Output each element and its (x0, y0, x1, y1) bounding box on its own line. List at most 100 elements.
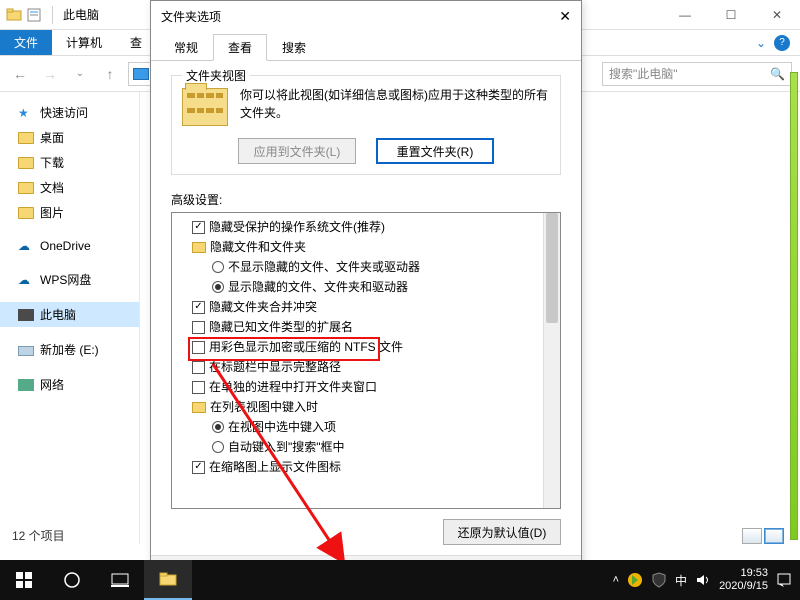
tree-item-9[interactable]: 在列表视图中键入时 (176, 397, 539, 417)
tree-item-label: 隐藏文件和文件夹 (210, 237, 306, 257)
tree-item-12[interactable]: 在缩略图上显示文件图标 (176, 457, 539, 477)
sidebar-item-4[interactable]: 图片 (0, 200, 139, 225)
tab-search[interactable]: 搜索 (267, 34, 321, 61)
sidebar-item-label: 图片 (40, 204, 64, 221)
checkbox-icon (192, 461, 205, 474)
ime-indicator[interactable]: 中 (675, 572, 687, 589)
sidebar-item-6[interactable]: ☁WPS网盘 (0, 267, 139, 292)
advanced-label: 高级设置: (171, 191, 561, 208)
sidebar-item-label: 文档 (40, 179, 64, 196)
tree-item-label: 在标题栏中显示完整路径 (209, 357, 341, 377)
window-title: 此电脑 (57, 6, 99, 23)
tree-item-label: 在列表视图中键入时 (210, 397, 318, 417)
star-icon: ★ (18, 106, 34, 120)
tab-file[interactable]: 文件 (0, 30, 52, 55)
help-icon[interactable]: ? (774, 35, 790, 51)
sidebar-item-label: 此电脑 (40, 306, 76, 323)
sidebar-item-label: OneDrive (40, 239, 91, 253)
restore-defaults-button[interactable]: 还原为默认值(D) (443, 519, 561, 545)
tree-item-5[interactable]: 隐藏已知文件类型的扩展名 (176, 317, 539, 337)
properties-icon[interactable] (26, 7, 42, 23)
checkbox-icon (192, 221, 205, 234)
tree-item-label: 隐藏受保护的操作系统文件(推荐) (209, 217, 385, 237)
sidebar-item-0[interactable]: ★ 快速访问 (0, 100, 139, 125)
sidebar-item-7[interactable]: 此电脑 (0, 302, 139, 327)
clock-date: 2020/9/15 (719, 580, 768, 593)
history-dropdown[interactable]: ⌄ (68, 68, 92, 79)
tree-item-8[interactable]: 在单独的进程中打开文件夹窗口 (176, 377, 539, 397)
tree-item-4[interactable]: 隐藏文件夹合并冲突 (176, 297, 539, 317)
fold-icon (18, 182, 34, 194)
tray-chevron-icon[interactable]: ˄ (613, 574, 619, 586)
radio-icon (212, 281, 224, 293)
view-details-icon[interactable] (742, 528, 762, 544)
tree-item-6[interactable]: 用彩色显示加密或压缩的 NTFS 文件 (176, 337, 539, 357)
checkbox-icon (192, 381, 205, 394)
taskbar: ˄ 中 19:53 2020/9/15 (0, 560, 800, 600)
folder-large-icon (182, 88, 228, 126)
tree-item-label: 隐藏已知文件类型的扩展名 (209, 317, 353, 337)
sidebar-item-1[interactable]: 桌面 (0, 125, 139, 150)
task-view-button[interactable] (96, 560, 144, 600)
tree-item-2[interactable]: 不显示隐藏的文件、文件夹或驱动器 (176, 257, 539, 277)
sidebar-item-8[interactable]: 新加卷 (E:) (0, 337, 139, 362)
cortana-button[interactable] (48, 560, 96, 600)
tree-item-0[interactable]: 隐藏受保护的操作系统文件(推荐) (176, 217, 539, 237)
checkbox-icon (192, 361, 205, 374)
sidebar-item-2[interactable]: 下载 (0, 150, 139, 175)
up-button[interactable]: ↑ (98, 66, 122, 82)
folder-icon (192, 242, 206, 253)
drive-icon (18, 346, 34, 356)
fold-icon (18, 157, 34, 169)
start-button[interactable] (0, 560, 48, 600)
tree-item-label: 自动键入到"搜索"框中 (228, 437, 345, 457)
notifications-icon[interactable] (776, 572, 792, 588)
taskbar-clock[interactable]: 19:53 2020/9/15 (719, 567, 768, 593)
dialog-title: 文件夹选项 (161, 8, 221, 25)
reset-folders-button[interactable]: 重置文件夹(R) (376, 138, 494, 164)
status-bar: 12 个项目 (12, 527, 65, 544)
tree-scrollbar[interactable] (543, 213, 560, 508)
scrollbar-thumb[interactable] (546, 213, 558, 323)
tab-view[interactable]: 查看 (213, 34, 267, 61)
dialog-close-button[interactable]: ✕ (559, 8, 571, 25)
volume-icon[interactable] (695, 572, 711, 588)
checkbox-icon (192, 301, 205, 314)
tray-app-icon[interactable] (627, 572, 643, 588)
tree-item-11[interactable]: 自动键入到"搜索"框中 (176, 437, 539, 457)
tree-item-3[interactable]: 显示隐藏的文件、文件夹和驱动器 (176, 277, 539, 297)
close-button[interactable]: ✕ (754, 0, 800, 30)
search-box[interactable]: 搜索"此电脑" 🔍 (602, 62, 792, 86)
checkbox-icon (192, 321, 205, 334)
sidebar-item-9[interactable]: 网络 (0, 372, 139, 397)
tab-computer[interactable]: 计算机 (52, 30, 116, 55)
fold-icon (18, 207, 34, 219)
net-icon (18, 379, 34, 391)
window-controls: — ☐ ✕ (662, 0, 800, 30)
ribbon-toggle-icon[interactable]: ⌄ (756, 36, 766, 50)
tree-item-1[interactable]: 隐藏文件和文件夹 (176, 237, 539, 257)
sidebar-item-3[interactable]: 文档 (0, 175, 139, 200)
tree-item-label: 用彩色显示加密或压缩的 NTFS 文件 (209, 337, 403, 357)
minimize-button[interactable]: — (662, 0, 708, 30)
sidebar-item-5[interactable]: ☁OneDrive (0, 235, 139, 257)
view-icons-icon[interactable] (764, 528, 784, 544)
sidebar-item-label: WPS网盘 (40, 271, 91, 288)
radio-icon (212, 421, 224, 433)
sidebar-item-label: 快速访问 (40, 104, 88, 121)
decorative-bar (790, 72, 798, 540)
advanced-settings-tree: 隐藏受保护的操作系统文件(推荐)隐藏文件和文件夹不显示隐藏的文件、文件夹或驱动器… (171, 212, 561, 509)
apply-to-folders-button[interactable]: 应用到文件夹(L) (238, 138, 356, 164)
tray-shield-icon[interactable] (651, 572, 667, 588)
pc-icon (133, 68, 149, 80)
sidebar-item-label: 新加卷 (E:) (40, 341, 99, 358)
tree-item-7[interactable]: 在标题栏中显示完整路径 (176, 357, 539, 377)
explorer-task-button[interactable] (144, 560, 192, 600)
forward-button[interactable]: → (38, 66, 62, 82)
maximize-button[interactable]: ☐ (708, 0, 754, 30)
back-button[interactable]: ← (8, 66, 32, 82)
tree-item-10[interactable]: 在视图中选中键入项 (176, 417, 539, 437)
dialog-titlebar: 文件夹选项 ✕ (151, 1, 581, 31)
tab-general[interactable]: 常规 (159, 34, 213, 61)
tree-item-label: 隐藏文件夹合并冲突 (209, 297, 317, 317)
